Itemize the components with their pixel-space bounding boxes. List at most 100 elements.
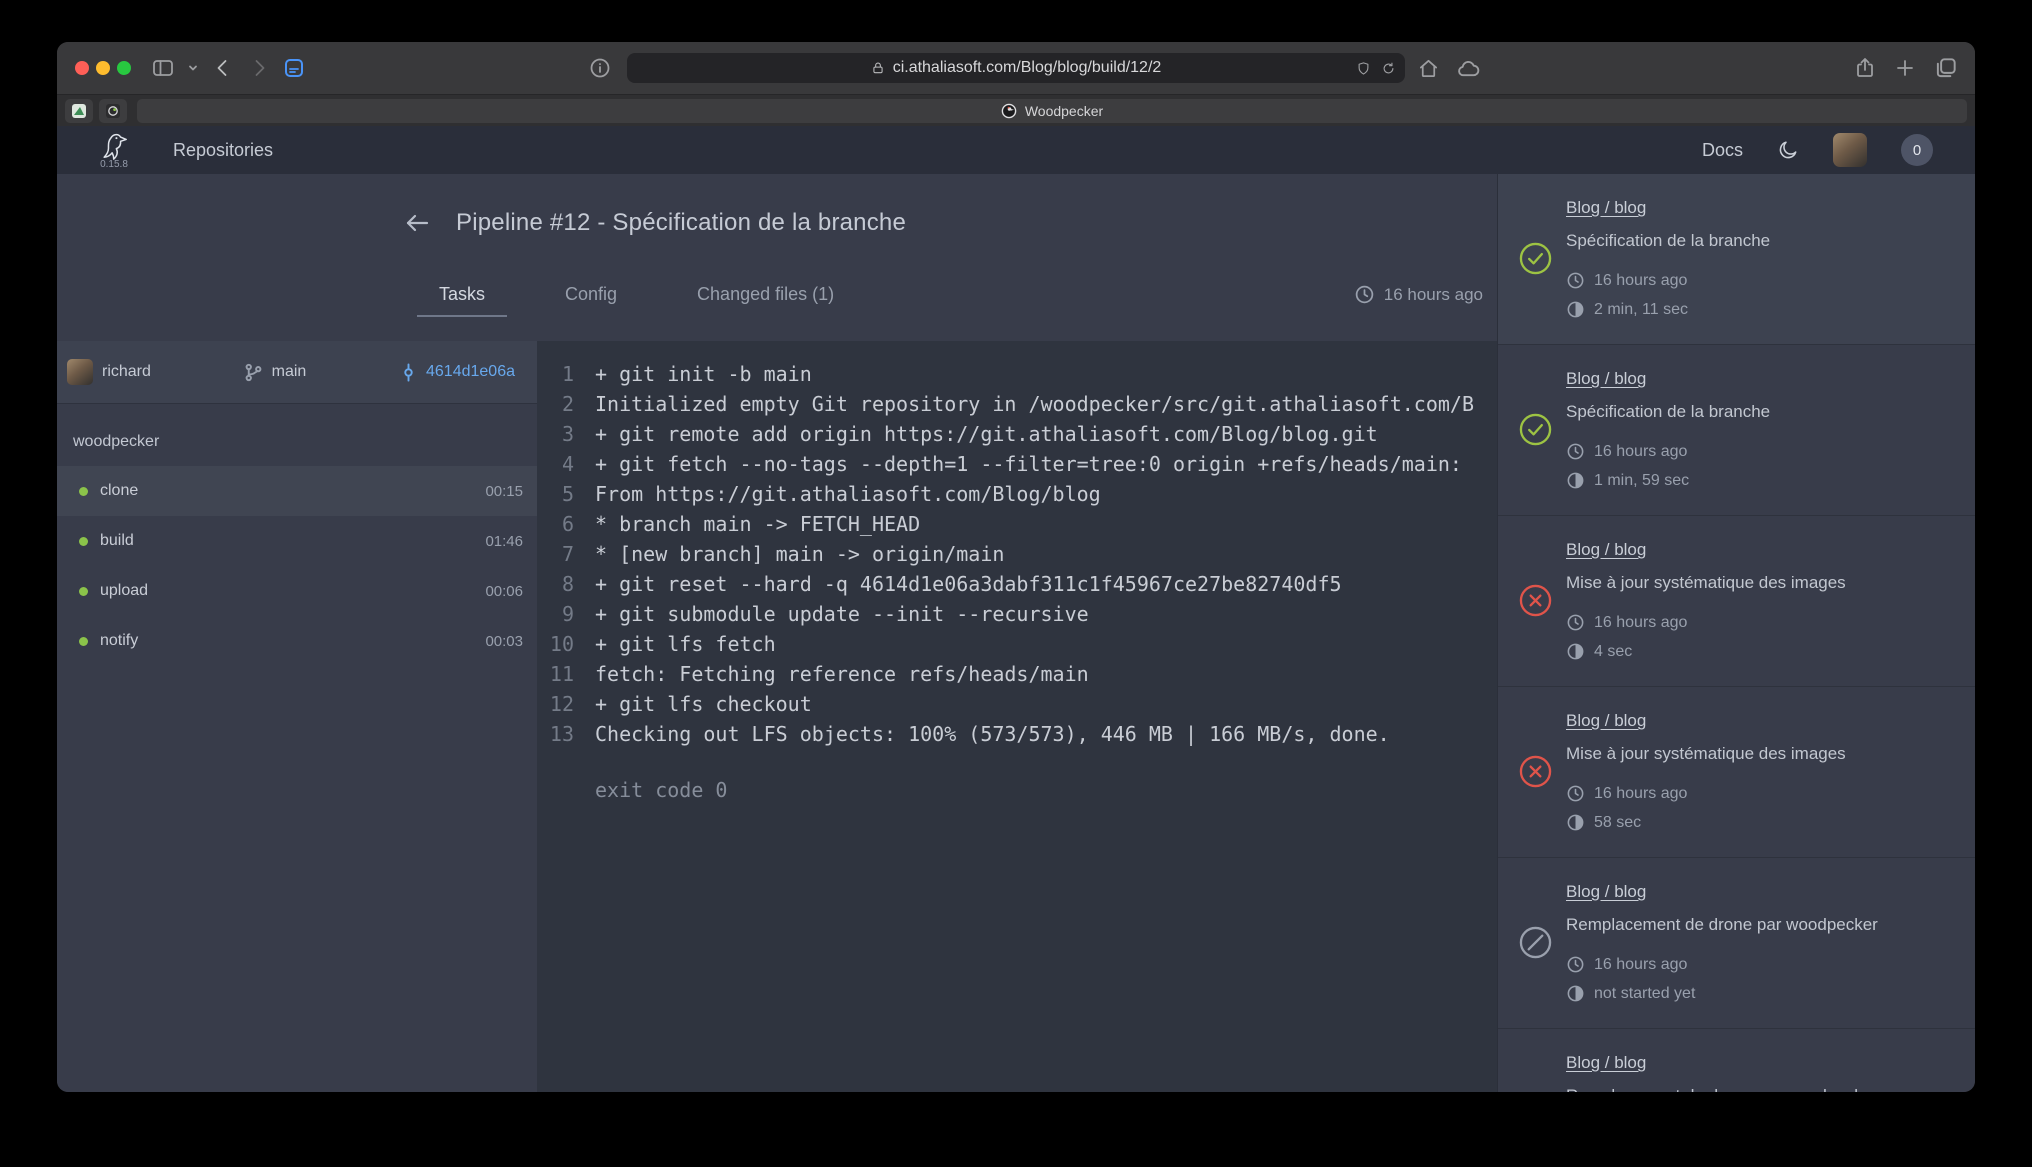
line-number: 4 [537, 449, 574, 479]
clock-icon [1354, 284, 1375, 305]
line-text: Checking out LFS objects: 100% (573/573)… [595, 719, 1390, 749]
tab-tasks[interactable]: Tasks [417, 272, 507, 317]
dark-mode-moon-icon[interactable] [1777, 139, 1799, 161]
build-entry[interactable]: Blog / blog Remplacement de drone par wo… [1498, 1029, 1975, 1092]
step-notify[interactable]: notify 00:03 [57, 616, 537, 666]
duration-icon [1566, 300, 1585, 319]
repo-link[interactable]: Blog / blog [1566, 709, 1646, 733]
extension-icon[interactable] [283, 57, 305, 79]
woodpecker-logo[interactable]: 0.15.8 [91, 131, 137, 170]
safari-window: ci.athaliasoft.com/Blog/blog/build/12/2 [57, 42, 1975, 1092]
repo-link[interactable]: Blog / blog [1566, 880, 1646, 904]
clock-icon [1566, 442, 1585, 461]
build-message: Remplacement de drone par woodpecker [1566, 913, 1957, 937]
share-icon[interactable] [1853, 56, 1877, 80]
line-text: * branch main -> FETCH_HEAD [595, 509, 920, 539]
minimize-window-button[interactable] [96, 61, 110, 75]
pipeline-time-text: 16 hours ago [1384, 285, 1483, 305]
log-line: 10+ git lfs fetch [537, 629, 1497, 659]
tab-config[interactable]: Config [543, 272, 639, 317]
zoom-window-button[interactable] [117, 61, 131, 75]
page-info-icon[interactable] [589, 57, 611, 79]
tab-overview-icon[interactable] [1933, 55, 1959, 81]
desktop: ci.athaliasoft.com/Blog/blog/build/12/2 [0, 0, 2032, 1167]
line-number: 6 [537, 509, 574, 539]
line-text: + git init -b main [595, 359, 812, 389]
pipeline-view: Pipeline #12 - Spécification de la branc… [57, 174, 1497, 1092]
cloud-tabs-icon[interactable] [1456, 57, 1481, 82]
sidebar-toggle-icon[interactable] [151, 56, 175, 80]
line-text: + git fetch --no-tags --depth=1 --filter… [595, 449, 1462, 479]
success-icon [1519, 242, 1552, 275]
step-name: build [100, 532, 134, 550]
pinned-tab-2[interactable] [99, 99, 127, 123]
back-arrow-icon[interactable] [402, 208, 432, 238]
duration-icon [1566, 471, 1585, 490]
pinned-favicon-1 [71, 103, 87, 119]
pinned-tab-1[interactable] [65, 99, 93, 123]
active-tab[interactable]: Woodpecker [137, 99, 1967, 123]
forward-icon[interactable] [247, 56, 271, 80]
log-panel[interactable]: 1+ git init -b main 2Initialized empty G… [537, 341, 1497, 1092]
notification-badge[interactable]: 0 [1901, 134, 1933, 166]
failure-icon [1519, 755, 1552, 788]
build-entry[interactable]: Blog / blog Mise à jour systématique des… [1498, 687, 1975, 858]
step-clone[interactable]: clone 00:15 [57, 466, 537, 516]
build-duration: 1 min, 59 sec [1594, 472, 1689, 490]
content-blocker-icon[interactable] [1356, 61, 1371, 76]
line-text: * [new branch] main -> origin/main [595, 539, 1004, 569]
back-icon[interactable] [211, 56, 235, 80]
repo-link[interactable]: Blog / blog [1566, 196, 1646, 220]
line-number: 9 [537, 599, 574, 629]
app-navbar: 0.15.8 Repositories Docs 0 [57, 126, 1975, 174]
log-line: 7* [new branch] main -> origin/main [537, 539, 1497, 569]
build-message: Remplacement de drone par woodpecker [1566, 1084, 1957, 1092]
builds-sidebar[interactable]: Blog / blog Spécification de la branche … [1497, 174, 1975, 1092]
tab-changed-files[interactable]: Changed files (1) [675, 272, 856, 317]
build-entry[interactable]: Blog / blog Remplacement de drone par wo… [1498, 858, 1975, 1029]
step-build[interactable]: build 01:46 [57, 516, 537, 566]
repo-link[interactable]: Blog / blog [1566, 538, 1646, 562]
step-upload[interactable]: upload 00:06 [57, 566, 537, 616]
build-entry[interactable]: Blog / blog Mise à jour systématique des… [1498, 516, 1975, 687]
build-time: 16 hours ago [1594, 272, 1687, 290]
step-name: clone [100, 482, 138, 500]
webview: 0.15.8 Repositories Docs 0 Pipelin [57, 126, 1975, 1092]
build-message: Mise à jour systématique des images [1566, 742, 1957, 766]
line-text: Initialized empty Git repository in /woo… [595, 389, 1474, 419]
build-message: Spécification de la branche [1566, 229, 1957, 253]
pipeline-title-row: Pipeline #12 - Spécification de la branc… [402, 200, 1497, 246]
nav-repositories-link[interactable]: Repositories [173, 140, 273, 161]
user-avatar[interactable] [1833, 133, 1867, 167]
tab-bar: Woodpecker [57, 94, 1975, 126]
chevron-down-icon[interactable] [187, 62, 199, 74]
line-number: 11 [537, 659, 574, 689]
toolbar-right-group [1853, 42, 1959, 94]
step-status-dot [79, 637, 88, 646]
nav-docs-link[interactable]: Docs [1702, 140, 1743, 161]
home-icon[interactable] [1417, 57, 1440, 80]
new-tab-icon[interactable] [1893, 56, 1917, 80]
repo-link[interactable]: Blog / blog [1566, 1051, 1646, 1075]
build-entry[interactable]: Blog / blog Spécification de la branche … [1498, 345, 1975, 516]
build-time: 16 hours ago [1594, 956, 1687, 974]
address-bar[interactable]: ci.athaliasoft.com/Blog/blog/build/12/2 [627, 53, 1405, 83]
repo-link[interactable]: Blog / blog [1566, 367, 1646, 391]
build-meta: 16 hours ago 1 min, 59 sec [1566, 437, 1957, 495]
traffic-lights [75, 61, 131, 75]
log-line: 11fetch: Fetching reference refs/heads/m… [537, 659, 1497, 689]
reload-icon[interactable] [1381, 61, 1396, 76]
commit-row: richard main 4614d1e06a [57, 341, 537, 404]
line-number: 5 [537, 479, 574, 509]
line-text: From https://git.athaliasoft.com/Blog/bl… [595, 479, 1101, 509]
log-line: 9+ git submodule update --init --recursi… [537, 599, 1497, 629]
line-text: + git lfs checkout [595, 689, 812, 719]
build-entry[interactable]: Blog / blog Spécification de la branche … [1498, 174, 1975, 345]
branch-icon [244, 363, 263, 382]
woodpecker-favicon [1001, 103, 1017, 119]
log-line: 13Checking out LFS objects: 100% (573/57… [537, 719, 1497, 749]
close-window-button[interactable] [75, 61, 89, 75]
commit-sha-link[interactable]: 4614d1e06a [399, 363, 515, 382]
browser-toolbar: ci.athaliasoft.com/Blog/blog/build/12/2 [57, 42, 1975, 94]
branch-name: main [272, 363, 307, 381]
